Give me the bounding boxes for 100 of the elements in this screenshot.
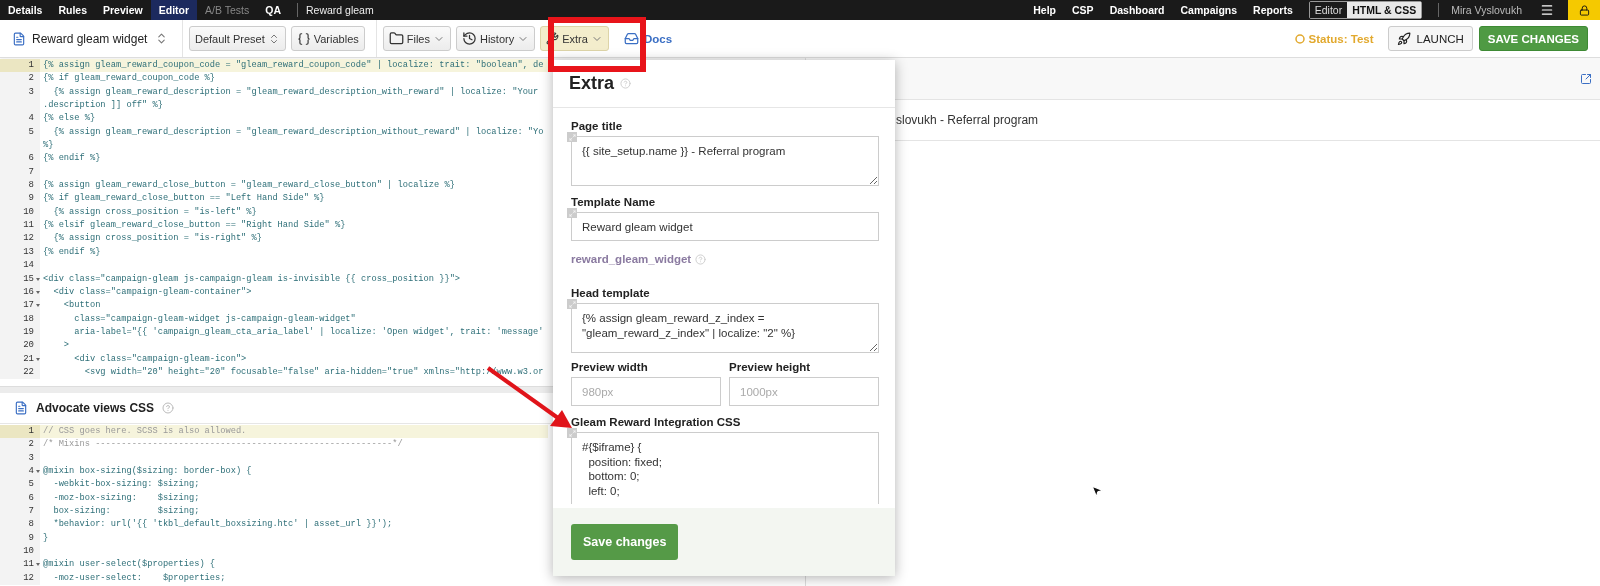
- line-number: 4: [0, 465, 40, 479]
- line-number: 6: [0, 152, 40, 166]
- line-number: 4: [0, 112, 40, 126]
- code-line: .description ]] off" %}: [42, 99, 164, 113]
- mode-toggle[interactable]: Editor HTML & CSS: [1308, 1, 1423, 19]
- field-label: Gleam Reward Integration CSS: [571, 416, 742, 428]
- preset-select[interactable]: Default Preset: [189, 26, 286, 51]
- rocket-icon: [1396, 31, 1411, 46]
- code-line: {% elsif gleam_reward_close_button == "Right Hand Side" %}: [42, 219, 347, 233]
- nav-tab[interactable]: Preview: [95, 0, 151, 20]
- code-line: {% else %}: [42, 112, 97, 126]
- code-comment: // CSS goes here. SCSS is also allowed.: [40, 425, 548, 439]
- code-line: class="campaign-gleam-widget js-campaign-gleam-widget": [73, 312, 357, 326]
- extra-button[interactable]: Extra: [540, 26, 609, 51]
- nav-tab[interactable]: Rules: [50, 0, 96, 20]
- external-link-icon[interactable]: [1580, 72, 1592, 85]
- user-name[interactable]: Mira Vyslovukh: [1451, 4, 1522, 16]
- nav-link[interactable]: Dashboard: [1101, 4, 1173, 16]
- head-template-field[interactable]: {% assign gleam_reward_z_index = "gleam_reward_z_index" | localize: "2" %}: [571, 303, 879, 353]
- field-label: Page title: [571, 120, 624, 132]
- integration-css-field[interactable]: #{$iframe} { position: fixed; bottom: 0; left: 0;: [571, 432, 879, 504]
- code-line: aria-label="{{ 'campaign_gleam_cta_aria_label' | localize: 'Open widget', trait: 'message': [73, 325, 545, 339]
- line-number: 14: [0, 259, 40, 273]
- preview-height-field[interactable]: 1000px: [729, 377, 879, 406]
- code-line: {% assign gleam_reward_description = "gleam_reward_description_with_reward" | localize: "Your: [52, 85, 540, 99]
- code-line: <button: [62, 299, 102, 313]
- fold-icon[interactable]: [36, 357, 40, 361]
- code-line: {% if gleam_reward_close_button == "Left Hand Side" %}: [42, 192, 326, 206]
- preview-text: slovukh - Referral program: [896, 113, 1039, 127]
- code-line: <div class="campaign-gleam-icon">: [73, 352, 248, 366]
- field-label: Preview width: [571, 361, 649, 373]
- code-line: <div class="campaign-gleam-container">: [52, 285, 253, 299]
- code-line: {% assign gleam_reward_close_button = "gleam_reward_close_button" | localize %}: [42, 179, 456, 193]
- code-line: -moz-user-select: $properties;: [52, 571, 227, 585]
- fold-icon[interactable]: [36, 304, 40, 308]
- line-number: 5: [0, 478, 40, 492]
- line-number: 2: [0, 72, 40, 86]
- line-number: 11: [0, 558, 40, 572]
- code-line: @mixin box-sizing($sizing: border-box) {: [42, 465, 253, 479]
- panel-title: Advocate views CSS: [36, 401, 155, 415]
- template-slug: reward_gleam_widget: [571, 253, 692, 265]
- template-name-field[interactable]: Reward gleam widget: [571, 212, 879, 241]
- line-number: 20: [0, 339, 40, 353]
- nav-tab[interactable]: Editor: [150, 0, 198, 20]
- fold-icon[interactable]: [36, 277, 40, 281]
- line-number: 8: [0, 518, 40, 532]
- line-number: 9: [0, 192, 40, 206]
- code-comment: /* Mixins ---------------------------------------------------------*/: [42, 438, 404, 452]
- line-number: 10: [0, 545, 40, 559]
- menu-icon[interactable]: [1540, 3, 1554, 17]
- line-number: 11: [0, 219, 40, 233]
- launch-button[interactable]: LAUNCH: [1387, 26, 1473, 51]
- code-line: -moz-box-sizing: $sizing;: [52, 491, 201, 505]
- nav-tab[interactable]: QA: [257, 0, 289, 20]
- code-line: box-sizing: $sizing;: [52, 505, 201, 519]
- field-label: Template Name: [571, 196, 657, 208]
- nav-link[interactable]: Help: [1025, 4, 1065, 16]
- popup-title: Extra: [569, 73, 615, 94]
- folder-icon: [388, 31, 404, 46]
- history-button[interactable]: History: [456, 26, 536, 51]
- variables-button[interactable]: Variables: [290, 26, 365, 51]
- line-number: 1: [0, 59, 40, 73]
- lock-icon: [1578, 4, 1590, 16]
- mode-option[interactable]: HTML & CSS: [1347, 2, 1422, 18]
- nav-link[interactable]: CSP: [1064, 4, 1102, 16]
- code-line: {% assign cross_position = "is-right" %}: [52, 232, 263, 246]
- code-line: {% if gleam_reward_coupon_code %}: [42, 72, 217, 86]
- code-line: <div class="campaign-gleam js-campaign-gleam is-invisible {{ cross_position }}">: [42, 272, 462, 286]
- line-number: 1: [0, 425, 40, 439]
- document-icon: [12, 31, 26, 46]
- line-number: 17: [0, 299, 40, 313]
- page-title-field[interactable]: {{ site_setup.name }} - Referral program: [571, 136, 879, 186]
- files-button[interactable]: Files: [382, 26, 451, 51]
- wrench-icon: [546, 32, 560, 45]
- lock-button[interactable]: [1568, 0, 1600, 20]
- preview-width-field[interactable]: 980px: [571, 377, 721, 406]
- code-line: @mixin user-select($properties) {: [42, 558, 217, 572]
- line-number: 7: [0, 505, 40, 519]
- nav-link[interactable]: Reports: [1245, 4, 1301, 16]
- nav-link[interactable]: Campaigns: [1172, 4, 1246, 16]
- inbox-icon: [623, 31, 639, 46]
- line-number: 12: [0, 232, 40, 246]
- fold-icon[interactable]: [36, 290, 40, 294]
- code-line: {% endif %}: [42, 152, 102, 166]
- code-line: %}: [42, 139, 55, 153]
- history-icon: [462, 31, 477, 46]
- code-line: }: [42, 531, 50, 545]
- document-icon: [14, 401, 28, 415]
- fold-icon[interactable]: [36, 470, 40, 474]
- cursor-icon: [1090, 484, 1104, 498]
- line-number: 2: [0, 438, 40, 452]
- nav-tab[interactable]: Details: [0, 0, 51, 20]
- code-line: *behavior: url('{{ 'tkbl_default_boxsizing.htc' | asset_url }}');: [52, 518, 394, 532]
- code-line: {% endif %}: [42, 245, 102, 259]
- fold-icon[interactable]: [36, 563, 40, 567]
- widget-name[interactable]: Reward gleam widget: [32, 31, 149, 46]
- code-line: >: [62, 339, 71, 353]
- braces-icon: [296, 31, 311, 46]
- sort-icon[interactable]: [155, 32, 168, 45]
- page-name: Reward gleam: [306, 4, 374, 16]
